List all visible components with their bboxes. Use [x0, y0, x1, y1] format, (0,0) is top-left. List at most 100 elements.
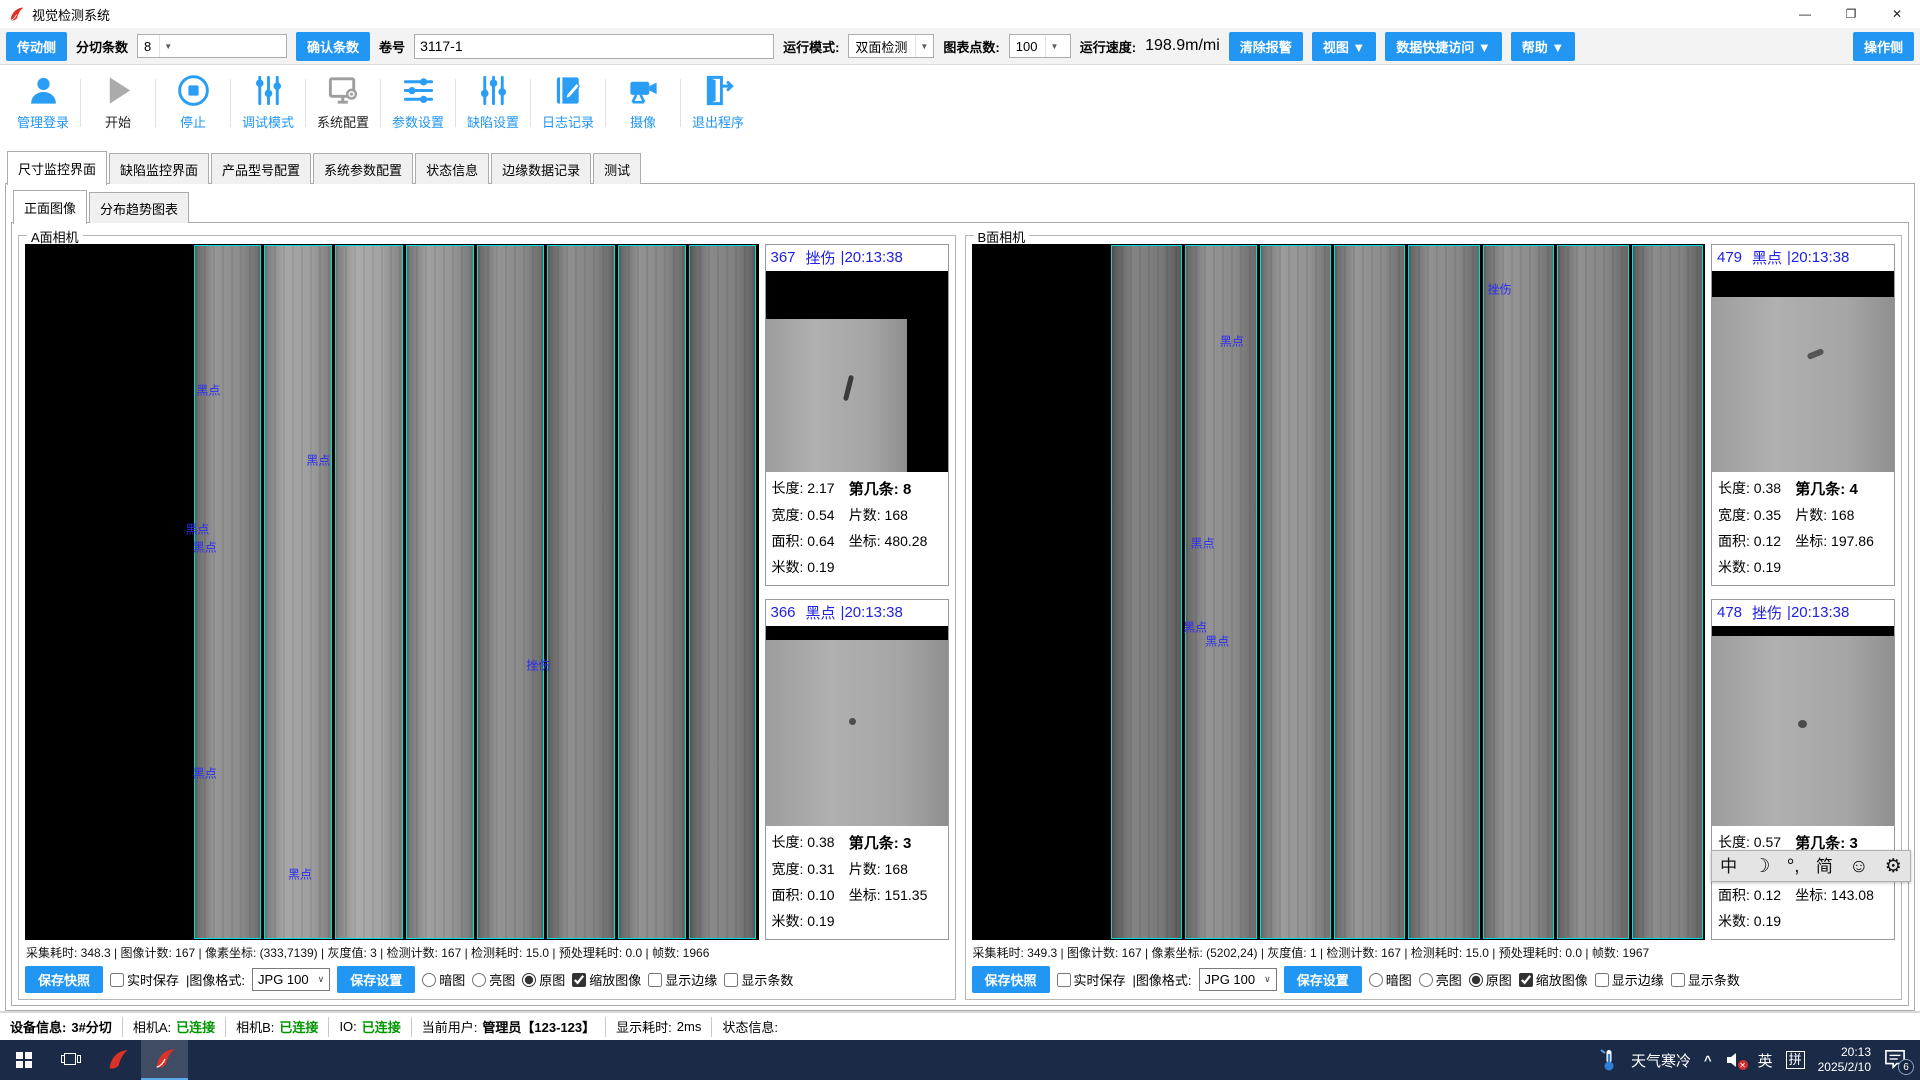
- dark-image-radio[interactable]: 暗图: [1369, 970, 1412, 989]
- defect-card[interactable]: 479 黑点 |20:13:38 长度: 0.38 第几条: 4 宽度: 0.3…: [1711, 244, 1895, 586]
- tab-test[interactable]: 测试: [593, 153, 641, 184]
- stat-coord: 坐标: 143.08: [1795, 885, 1888, 905]
- show-edge-checkbox[interactable]: 显示边缘: [1595, 970, 1664, 989]
- ime-simplified-mode[interactable]: 简: [1816, 858, 1833, 875]
- stat-width: 宽度: 0.35: [1718, 505, 1795, 525]
- muted-speaker-icon[interactable]: ✕: [1725, 1051, 1745, 1069]
- realtime-save-checkbox[interactable]: 实时保存: [1057, 970, 1126, 989]
- view-menu-button[interactable]: 视图 ▼: [1312, 32, 1376, 61]
- defect-mark: [849, 718, 856, 725]
- log-record-button[interactable]: 日志记录: [531, 73, 605, 131]
- stat-area: 面积: 0.12: [1718, 885, 1795, 905]
- realtime-save-checkbox[interactable]: 实时保存: [110, 970, 179, 989]
- tray-expand-caret[interactable]: ^: [1704, 1053, 1712, 1068]
- weather-thermometer-icon[interactable]: [1598, 1048, 1618, 1072]
- operator-side-button[interactable]: 操作侧: [1853, 32, 1914, 61]
- tab-front-image[interactable]: 正面图像: [13, 190, 87, 224]
- stop-button[interactable]: 停止: [156, 73, 230, 131]
- show-strip-count-checkbox[interactable]: 显示条数: [1671, 970, 1740, 989]
- clock-time: 20:13: [1818, 1045, 1871, 1060]
- system-tray: 天气寒冷 ^ ✕ 英 拼 20:13 2025/2/10 6: [1598, 1045, 1920, 1075]
- sliders-vertical-icon: [251, 73, 286, 108]
- defect-settings-button[interactable]: 缺陷设置: [456, 73, 530, 131]
- language-indicator[interactable]: 英: [1758, 1050, 1773, 1071]
- tab-system-param-config[interactable]: 系统参数配置: [313, 153, 413, 184]
- start-button[interactable]: 开始: [81, 73, 155, 131]
- param-settings-button[interactable]: 参数设置: [381, 73, 455, 131]
- defect-thumbnail: [766, 626, 948, 827]
- start-button[interactable]: [0, 1040, 47, 1080]
- run-mode-select[interactable]: 双面检测 ▼: [848, 34, 934, 58]
- defect-annotation: 黑点: [185, 521, 209, 538]
- ime-fullwidth-moon-icon[interactable]: ☽: [1753, 857, 1770, 876]
- show-strip-count-checkbox[interactable]: 显示条数: [724, 970, 793, 989]
- defect-card[interactable]: 367 挫伤 |20:13:38 长度: 2.17 第几条: 8 宽度: 0.5…: [765, 244, 949, 586]
- pinned-app-button[interactable]: [94, 1040, 141, 1080]
- ime-pinyin-indicator[interactable]: 拼: [1786, 1051, 1805, 1069]
- save-settings-button[interactable]: 保存设置: [1284, 966, 1362, 993]
- ime-settings-gear-icon[interactable]: ⚙: [1885, 857, 1902, 876]
- data-quick-access-button[interactable]: 数据快捷访问 ▼: [1385, 32, 1501, 61]
- windows-logo-icon: [16, 1052, 32, 1068]
- chart-points-select[interactable]: 100 ▼: [1009, 34, 1071, 58]
- capture-button[interactable]: 摄像: [606, 73, 680, 131]
- app-logo-icon: [106, 1048, 130, 1072]
- defect-card[interactable]: 366 黑点 |20:13:38 长度: 0.38 第几条: 3 宽度: 0.3…: [765, 599, 949, 941]
- camera-b-image[interactable]: 挫伤黑点黑点黑点黑点: [972, 244, 1706, 940]
- app-logo-icon: [8, 6, 25, 23]
- ime-chinese-mode[interactable]: 中: [1720, 858, 1737, 875]
- mute-x-badge: ✕: [1738, 1060, 1748, 1070]
- zoom-image-checkbox[interactable]: 缩放图像: [1519, 970, 1588, 989]
- camera-a-image[interactable]: 黑点黑点黑点黑点挫伤黑点黑点: [25, 244, 759, 940]
- notification-center-button[interactable]: 6: [1884, 1049, 1908, 1071]
- confirm-count-button[interactable]: 确认条数: [296, 32, 370, 61]
- drive-side-button[interactable]: 传动侧: [6, 32, 67, 61]
- exit-program-button[interactable]: 退出程序: [681, 73, 755, 131]
- stat-length: 长度: 0.38: [1718, 478, 1795, 499]
- close-button[interactable]: ✕: [1874, 0, 1920, 28]
- show-edge-checkbox[interactable]: 显示边缘: [648, 970, 717, 989]
- tab-size-monitor[interactable]: 尺寸监控界面: [7, 151, 107, 185]
- bright-image-radio[interactable]: 亮图: [472, 970, 515, 989]
- debug-mode-button[interactable]: 调试模式: [231, 73, 305, 131]
- original-image-radio[interactable]: 原图: [522, 970, 565, 989]
- image-format-select[interactable]: JPG 100∨: [252, 968, 330, 991]
- tab-edge-data-record[interactable]: 边缘数据记录: [491, 153, 591, 184]
- defect-card[interactable]: 478 挫伤 |20:13:38 长度: 0.57 第几条: 3 宽度: 0.2…: [1711, 599, 1895, 941]
- admin-login-button[interactable]: 管理登录: [6, 73, 80, 131]
- task-view-button[interactable]: [47, 1040, 94, 1080]
- monitor-gear-icon: [326, 73, 361, 108]
- running-app-button[interactable]: [141, 1040, 188, 1080]
- thumbnail-material: [1712, 297, 1894, 471]
- tab-product-model-config[interactable]: 产品型号配置: [211, 153, 311, 184]
- save-snapshot-button[interactable]: 保存快照: [25, 966, 103, 993]
- tab-status-info[interactable]: 状态信息: [415, 153, 489, 184]
- save-snapshot-button[interactable]: 保存快照: [972, 966, 1050, 993]
- ime-punctuation-mode[interactable]: °,: [1787, 857, 1800, 876]
- original-image-radio[interactable]: 原图: [1469, 970, 1512, 989]
- ime-emoji-icon[interactable]: ☺: [1849, 857, 1868, 876]
- maximize-button[interactable]: ❐: [1828, 0, 1874, 28]
- taskbar-clock[interactable]: 20:13 2025/2/10: [1818, 1045, 1871, 1075]
- camera-a-annotations: 黑点黑点黑点黑点挫伤黑点黑点: [25, 244, 759, 940]
- tab-distribution-trend-chart[interactable]: 分布趋势图表: [89, 192, 189, 223]
- clear-alarm-button[interactable]: 清除报警: [1229, 32, 1303, 61]
- system-config-button[interactable]: 系统配置: [306, 73, 380, 131]
- help-menu-button[interactable]: 帮助 ▼: [1511, 32, 1575, 61]
- image-format-select[interactable]: JPG 100∨: [1199, 968, 1277, 991]
- roll-number-input[interactable]: [414, 34, 774, 59]
- dark-image-radio[interactable]: 暗图: [422, 970, 465, 989]
- save-settings-button[interactable]: 保存设置: [337, 966, 415, 993]
- camera-a-controls: 保存快照 实时保存 |图像格式: JPG 100∨ 保存设置 暗图 亮图 原图 …: [25, 963, 949, 995]
- strip-count-label: 分切条数: [76, 37, 128, 56]
- zoom-image-checkbox[interactable]: 缩放图像: [572, 970, 641, 989]
- bright-image-radio[interactable]: 亮图: [1419, 970, 1462, 989]
- tab-defect-monitor[interactable]: 缺陷监控界面: [109, 153, 209, 184]
- chevron-down-icon: ▼: [915, 35, 932, 57]
- weather-text[interactable]: 天气寒冷: [1631, 1050, 1691, 1071]
- defect-annotation: 挫伤: [1488, 281, 1512, 298]
- strip-count-select[interactable]: 8 ▼: [137, 34, 287, 58]
- stat-area: 面积: 0.10: [772, 885, 849, 905]
- clock-date: 2025/2/10: [1818, 1060, 1871, 1075]
- minimize-button[interactable]: —: [1782, 0, 1828, 28]
